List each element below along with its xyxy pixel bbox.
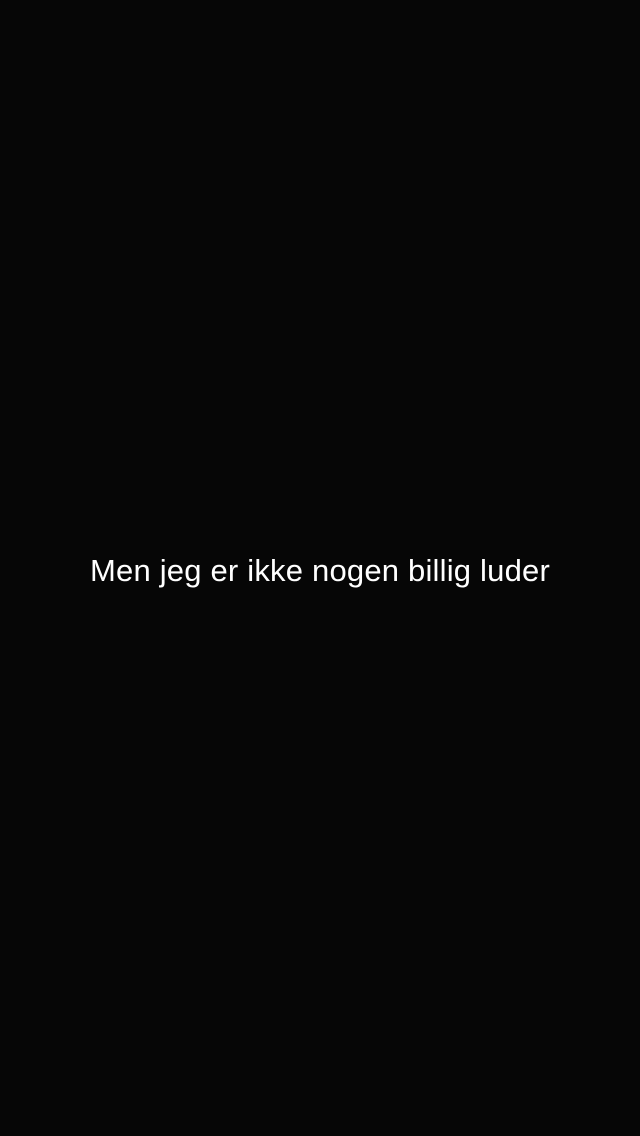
story-screen: Men jeg er ikke nogen billig luder [0, 0, 640, 1136]
caption-bar: Men jeg er ikke nogen billig luder [0, 545, 640, 595]
caption-text: Men jeg er ikke nogen billig luder [89, 552, 550, 588]
